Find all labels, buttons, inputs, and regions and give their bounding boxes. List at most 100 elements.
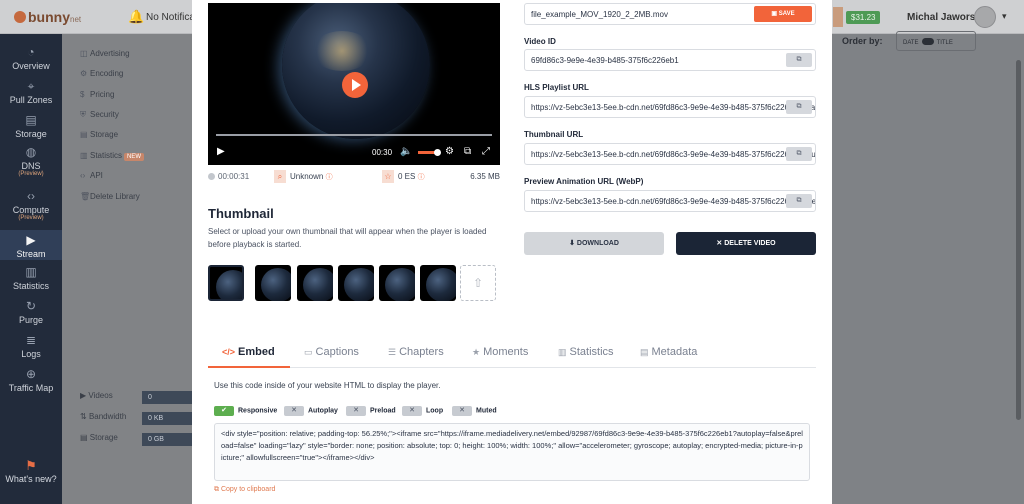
thumbnail-url-field[interactable]: https://vz-5ebc3e13-5ee.b-cdn.net/69fd86… xyxy=(524,143,816,165)
thumbnail-option-selected[interactable] xyxy=(208,265,244,301)
refresh-icon: ↻ xyxy=(25,299,37,313)
dashboard-icon: ◔ xyxy=(27,45,35,59)
sidebar-item-traffic-map[interactable]: ⊕ Traffic Map xyxy=(0,367,62,394)
metadata-icon: ▤ xyxy=(640,347,649,357)
file-size: 6.35 MB xyxy=(470,172,500,181)
play-button[interactable] xyxy=(342,72,368,98)
copy-to-clipboard-link[interactable]: ⧉ Copy to clipboard xyxy=(214,486,275,494)
copy-preview-url-button[interactable]: ⧉ xyxy=(786,194,812,208)
close-icon[interactable]: ✕ xyxy=(402,406,422,416)
download-button[interactable]: ⬇ DOWNLOAD xyxy=(524,232,664,255)
avatar[interactable] xyxy=(974,6,996,28)
order-by-label: Order by: xyxy=(842,36,883,46)
progress-bar[interactable] xyxy=(216,134,492,136)
thumbnail-option[interactable] xyxy=(297,265,333,301)
option-loop[interactable]: ✕ Loop xyxy=(402,406,443,416)
save-icon: ▣ xyxy=(771,11,779,17)
thumbnail-option[interactable] xyxy=(379,265,415,301)
video-player[interactable]: ▶ 00:30 🔈 ⚙ ⧉ ⤢ xyxy=(208,3,500,165)
download-icon: ⬇ xyxy=(569,240,577,247)
video-id-field[interactable]: 69fd86c3-9e9e-4e39-b485-375f6c226eb1 ⧉ xyxy=(524,49,816,71)
option-responsive[interactable]: ✔ Responsive xyxy=(214,406,277,416)
save-button[interactable]: ▣ SAVE xyxy=(754,6,812,22)
video-id-label: Video ID xyxy=(524,37,556,46)
sidebar-item-statistics[interactable]: ▥ Statistics xyxy=(0,266,62,292)
copy-thumbnail-url-button[interactable]: ⧉ xyxy=(786,147,812,161)
video-frame-earth xyxy=(282,3,430,139)
settings-icon[interactable]: ⚙ xyxy=(445,146,454,157)
subnav-item-pricing[interactable]: $ Pricing xyxy=(80,90,114,99)
close-icon[interactable]: ✕ xyxy=(284,406,304,416)
tab-embed[interactable]: </> Embed xyxy=(222,346,275,358)
bell-icon[interactable]: 🔔 xyxy=(128,9,144,25)
search-icon: ⌕ xyxy=(274,170,286,183)
tab-statistics[interactable]: ▥ Statistics xyxy=(558,346,614,358)
copy-video-id-button[interactable]: ⧉ xyxy=(786,53,812,67)
order-toggle[interactable]: DATE TITLE xyxy=(896,31,976,51)
storage-icon: ▤ xyxy=(25,113,37,127)
subnav-item-statistics[interactable]: ▥ Statistics NEW xyxy=(80,151,145,161)
copy-icon: ⧉ xyxy=(796,56,802,63)
tab-captions[interactable]: ▭ Captions xyxy=(304,346,359,358)
video-details-modal: ▶ 00:30 🔈 ⚙ ⧉ ⤢ 00:00:31 ⌕ Unknown ⓘ ☆ 0… xyxy=(192,0,832,504)
flag-icon: ⚑ xyxy=(25,458,37,473)
map-icon: ⊕ xyxy=(25,367,37,381)
option-autoplay[interactable]: ✕ Autoplay xyxy=(284,406,338,416)
upload-thumbnail-button[interactable]: ⇧ xyxy=(460,265,496,301)
subnav-item-security[interactable]: ⛨ Security xyxy=(80,110,119,120)
fullscreen-icon[interactable]: ⤢ xyxy=(482,146,490,157)
duration: 00:00:31 xyxy=(208,172,249,181)
star-icon: ☆ xyxy=(382,170,394,183)
bunny-logo[interactable]: bunnynet xyxy=(14,9,81,25)
info-icon[interactable]: ⓘ xyxy=(326,174,333,181)
tab-moments[interactable]: ★ Moments xyxy=(472,346,528,358)
copy-icon: ⧉ xyxy=(214,486,221,493)
whats-new-button[interactable]: ⚑ What's new? xyxy=(0,458,62,484)
close-icon[interactable]: ✕ xyxy=(346,406,366,416)
sidebar-item-pull-zones[interactable]: ⌖ Pull Zones xyxy=(0,80,62,106)
notifications-label[interactable]: No Notificat xyxy=(146,12,198,23)
page-scrollbar[interactable] xyxy=(1016,60,1021,420)
tab-metadata[interactable]: ▤ Metadata xyxy=(640,346,697,358)
info-icon[interactable]: ⓘ xyxy=(418,174,425,181)
pip-icon[interactable]: ⧉ xyxy=(464,146,471,157)
thumbnail-option[interactable] xyxy=(255,265,291,301)
subnav-item-advertising[interactable]: ◫ Advertising xyxy=(80,49,130,58)
main-sidebar: ◔ Overview ⌖ Pull Zones ▤ Storage ◍ DNS (Prev… xyxy=(0,34,62,504)
check-icon[interactable]: ✔ xyxy=(214,406,234,416)
volume-knob[interactable] xyxy=(434,149,441,156)
sidebar-item-dns[interactable]: ◍ DNS (Preview) xyxy=(0,146,62,178)
subnav-item-storage[interactable]: ▤ Storage xyxy=(80,130,118,139)
play-icon[interactable]: ▶ xyxy=(217,146,225,157)
account-balance[interactable]: $31.23 xyxy=(846,11,881,24)
close-icon[interactable]: ✕ xyxy=(452,406,472,416)
embed-code[interactable]: <div style="position: relative; padding-… xyxy=(214,423,810,481)
filename-field[interactable]: file_example_MOV_1920_2_2MB.mov ▣ SAVE xyxy=(524,3,816,25)
option-preload[interactable]: ✕ Preload xyxy=(346,406,396,416)
subnav-item-delete-library[interactable]: 🗑Delete Library xyxy=(80,192,140,201)
delete-video-button[interactable]: ✕ DELETE VIDEO xyxy=(676,232,816,255)
sidebar-item-compute[interactable]: ‹› Compute (Preview) xyxy=(0,190,62,222)
thumbnail-option[interactable] xyxy=(420,265,456,301)
preview-url-field[interactable]: https://vz-5ebc3e13-5ee.b-cdn.net/69fd86… xyxy=(524,190,816,212)
bandwidth-icon: ⇅ xyxy=(80,412,89,421)
stat-label-videos: ▶ Videos xyxy=(80,391,113,400)
tab-chapters[interactable]: ☰ Chapters xyxy=(388,346,444,358)
stream-icon: ▶ xyxy=(26,233,36,247)
subnav-item-encoding[interactable]: ⚙ Encoding xyxy=(80,69,123,78)
chevron-down-icon[interactable]: ▾ xyxy=(1002,11,1007,22)
sidebar-item-storage[interactable]: ▤ Storage xyxy=(0,113,62,140)
credit-indicator xyxy=(833,7,843,27)
volume-icon[interactable]: 🔈 xyxy=(400,146,412,157)
subnav-item-api[interactable]: ‹› API xyxy=(80,171,103,180)
option-muted[interactable]: ✕ Muted xyxy=(452,406,497,416)
toggle-switch[interactable] xyxy=(921,38,934,45)
sidebar-item-overview[interactable]: ◔ Overview xyxy=(0,45,62,72)
user-name[interactable]: Michal Jaworski xyxy=(907,12,984,23)
sidebar-item-purge[interactable]: ↻ Purge xyxy=(0,299,62,326)
sidebar-item-stream[interactable]: ▶ Stream xyxy=(0,230,62,260)
sidebar-item-logs[interactable]: ≣ Logs xyxy=(0,334,62,360)
hls-url-field[interactable]: https://vz-5ebc3e13-5ee.b-cdn.net/69fd86… xyxy=(524,96,816,118)
thumbnail-option[interactable] xyxy=(338,265,374,301)
copy-hls-url-button[interactable]: ⧉ xyxy=(786,100,812,114)
